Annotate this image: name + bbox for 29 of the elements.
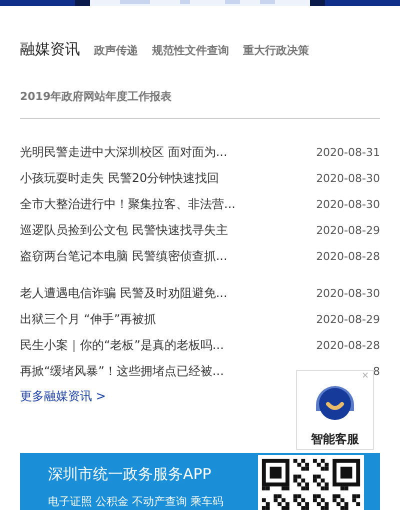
tab[interactable]: 政声传递 — [94, 43, 138, 58]
news-date: 2020-08-30 — [316, 198, 380, 210]
news-title[interactable]: 巡逻队员捡到公文包 民警快速找寻失主 — [20, 222, 228, 238]
widget-label: 智能客服 — [311, 431, 359, 448]
tab[interactable]: 2019年政府网站年度工作报表 — [20, 89, 172, 104]
tab[interactable]: 重大行政决策 — [243, 43, 309, 58]
service-widget[interactable]: × 智能客服 — [296, 370, 374, 450]
news-title[interactable]: 光明民警走进中大深圳校区 面对面为... — [20, 144, 228, 160]
tab[interactable]: 规范性文件查询 — [152, 43, 229, 58]
news-date: 2020-08-31 — [316, 146, 380, 158]
tab[interactable]: 融媒资讯 — [20, 40, 80, 59]
news-date: 2020-08-29 — [316, 224, 380, 236]
app-banner[interactable]: 深圳市统一政务服务APP 电子证照 公积金 不动产查询 乘车码 — [20, 453, 380, 510]
news-date: 2020-08-29 — [316, 312, 380, 326]
news-title[interactable]: 全市大整治进行中！聚集拉客、非法营... — [20, 196, 236, 212]
banner-title: 深圳市统一政务服务APP — [48, 465, 212, 484]
banner-subtitle: 电子证照 公积金 不动产查询 乘车码 — [48, 494, 224, 509]
news-date: 2020-08-28 — [316, 338, 380, 352]
news-title[interactable]: 出狱三个月 “伸手”再被抓 — [20, 310, 156, 328]
news-title[interactable]: 老人遭遇电信诈骗 民警及时劝阻避免... — [20, 284, 228, 302]
news-title[interactable]: 盗窃两台笔记本电脑 民警缜密侦查抓... — [20, 248, 228, 264]
more-link[interactable]: 更多融媒资讯 > — [20, 388, 106, 405]
news-title[interactable]: 小孩玩耍时走失 民警20分钟快速找回 — [20, 170, 220, 186]
news-date: 2020-08-30 — [316, 286, 380, 300]
news-date: 8 — [373, 364, 380, 378]
news-title[interactable]: 民生小案｜你的“老板”是真的老板吗... — [20, 336, 224, 354]
news-date: 2020-08-28 — [316, 250, 380, 262]
news-date: 2020-08-30 — [316, 172, 380, 184]
news-title[interactable]: 再掀“缓堵风暴”！这些拥堵点已经被... — [20, 362, 224, 380]
